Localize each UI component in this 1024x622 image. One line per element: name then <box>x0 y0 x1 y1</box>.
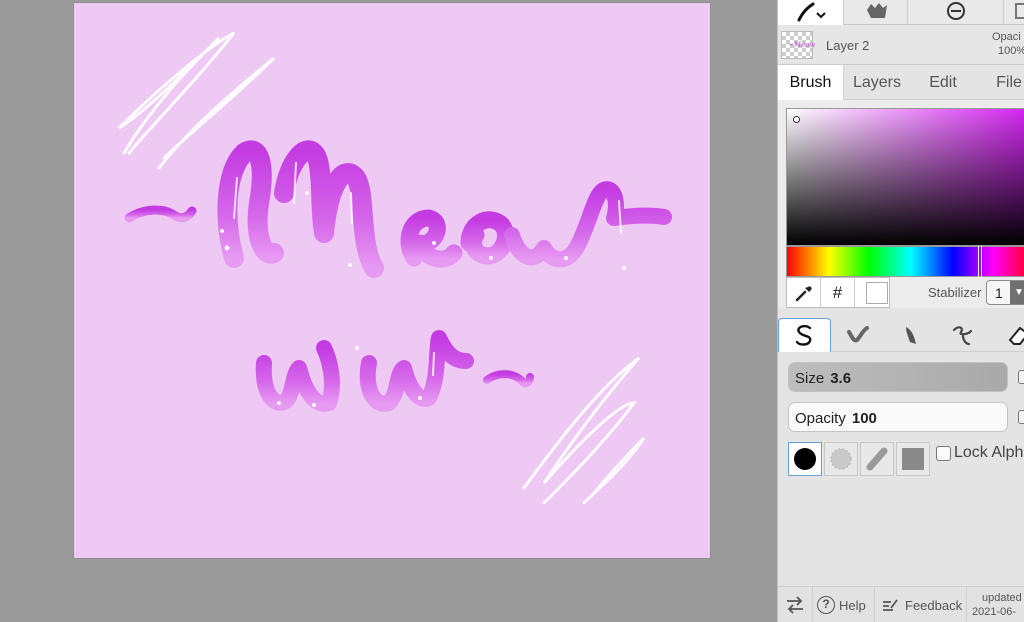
opacity-slider-text: Opacity 100 <box>795 410 877 427</box>
size-lock-icon[interactable] <box>1018 370 1024 384</box>
side-panel: ~Meow Layer 2 Opaci 100% Brush Layers Ed… <box>777 0 1024 622</box>
size-slider[interactable]: Size 3.6 <box>788 362 1008 392</box>
eyedropper-icon <box>795 285 812 301</box>
swap-arrows-icon <box>787 596 803 614</box>
current-layer-row[interactable]: ~Meow Layer 2 Opaci 100% <box>778 25 1024 65</box>
brush-type-eraser[interactable] <box>990 318 1024 352</box>
layer-opacity-value: 100% <box>998 45 1024 57</box>
panel-tabs: Brush Layers Edit File <box>778 65 1024 100</box>
feedback-label: Feedback <box>905 597 963 613</box>
feedback-icon <box>883 599 898 611</box>
updated-label: updated <box>982 592 1022 604</box>
layer-name: Layer 2 <box>826 38 870 53</box>
opacity-slider[interactable]: Opacity 100 <box>788 402 1008 432</box>
brush-shape-row <box>788 442 930 476</box>
opacity-lock-icon[interactable] <box>1018 410 1024 424</box>
lock-alpha-checkbox[interactable] <box>936 445 951 461</box>
size-label: Size <box>795 370 825 387</box>
slant-brush-icon <box>866 447 888 471</box>
swap-side-button[interactable] <box>778 587 813 622</box>
brush-type-ink[interactable] <box>831 318 884 352</box>
lock-alpha-toggle[interactable]: Lock Alpha <box>936 444 1024 462</box>
brush-type-pen[interactable] <box>778 318 831 352</box>
saturation-value-box[interactable] <box>786 108 1024 246</box>
chalk-stroke-icon <box>905 327 916 344</box>
lock-alpha-label: Lock Alpha <box>954 444 1024 461</box>
layer-thumbnail: ~Meow <box>781 31 816 59</box>
brush-type-fill[interactable] <box>937 318 990 352</box>
eraser-icon <box>1008 326 1024 345</box>
brush-shape-square[interactable] <box>896 442 930 476</box>
zoom-out-icon <box>946 1 965 20</box>
square-icon <box>1015 2 1024 19</box>
brush-shape-soft[interactable] <box>824 442 858 476</box>
drawing-canvas[interactable] <box>74 3 710 558</box>
round-brush-icon <box>794 448 816 470</box>
help-button[interactable]: ? Help <box>813 587 875 622</box>
stabilizer-value: 1 <box>995 285 1003 301</box>
size-slider-text: Size 3.6 <box>795 370 851 387</box>
zoom-out-button[interactable] <box>908 0 1004 25</box>
layer-opacity-label: Opaci <box>992 31 1021 43</box>
canvas-artwork <box>117 31 672 505</box>
layer-thumbnail-text: ~Meow <box>788 41 816 49</box>
soft-brush-icon <box>830 448 852 470</box>
tab-layers[interactable]: Layers <box>844 65 910 100</box>
color-picker: # Stabilizer 1 ▼ <box>778 100 1024 308</box>
size-value: 3.6 <box>830 370 852 387</box>
updated-info: updated 2021-06- <box>972 591 1022 619</box>
color-tools: # <box>786 277 890 308</box>
opacity-label: Opacity <box>795 410 846 427</box>
white-scribble-bottom-right <box>522 356 646 505</box>
color-cursor[interactable] <box>793 116 800 123</box>
fill-stroke-icon <box>952 326 972 346</box>
help-label: Help <box>839 597 866 613</box>
updated-date: 2021-06- <box>972 606 1017 618</box>
brush-shape-slant[interactable] <box>860 442 894 476</box>
pen-stroke-icon <box>795 324 811 346</box>
chevron-down-icon: ▼ <box>1010 281 1024 304</box>
current-color-swatch[interactable] <box>866 282 888 304</box>
stabilizer-select[interactable]: 1 ▼ <box>986 280 1024 305</box>
extra-tool-button[interactable] <box>1004 0 1024 25</box>
hand-tool-icon <box>866 2 887 18</box>
square-brush-icon <box>902 448 924 470</box>
brush-tool-button[interactable] <box>778 0 844 25</box>
feedback-button[interactable]: Feedback <box>875 587 967 622</box>
tab-edit[interactable]: Edit <box>910 65 976 100</box>
tab-brush[interactable]: Brush <box>778 65 844 100</box>
stabilizer-label: Stabilizer <box>928 285 982 300</box>
tab-file[interactable]: File <box>976 65 1024 100</box>
meow-lettering <box>124 140 672 412</box>
opacity-value: 100 <box>851 410 877 427</box>
ink-stroke-icon <box>846 326 869 343</box>
brush-tool-icon <box>797 2 826 21</box>
brush-shape-round[interactable] <box>788 442 822 476</box>
eyedropper-button[interactable] <box>787 278 821 307</box>
help-icon: ? <box>817 596 835 614</box>
hue-marker[interactable] <box>978 246 982 277</box>
hex-input-button[interactable]: # <box>821 278 855 307</box>
drawing-workspace[interactable] <box>0 0 777 622</box>
hand-tool-button[interactable] <box>844 0 908 25</box>
brush-type-chalk[interactable] <box>884 318 937 352</box>
hue-slider[interactable] <box>786 246 1024 277</box>
brush-type-row <box>778 318 1024 352</box>
panel-footer: ? Help Feedback updated 2021-06- <box>778 586 1024 622</box>
tool-bar <box>778 0 1024 25</box>
